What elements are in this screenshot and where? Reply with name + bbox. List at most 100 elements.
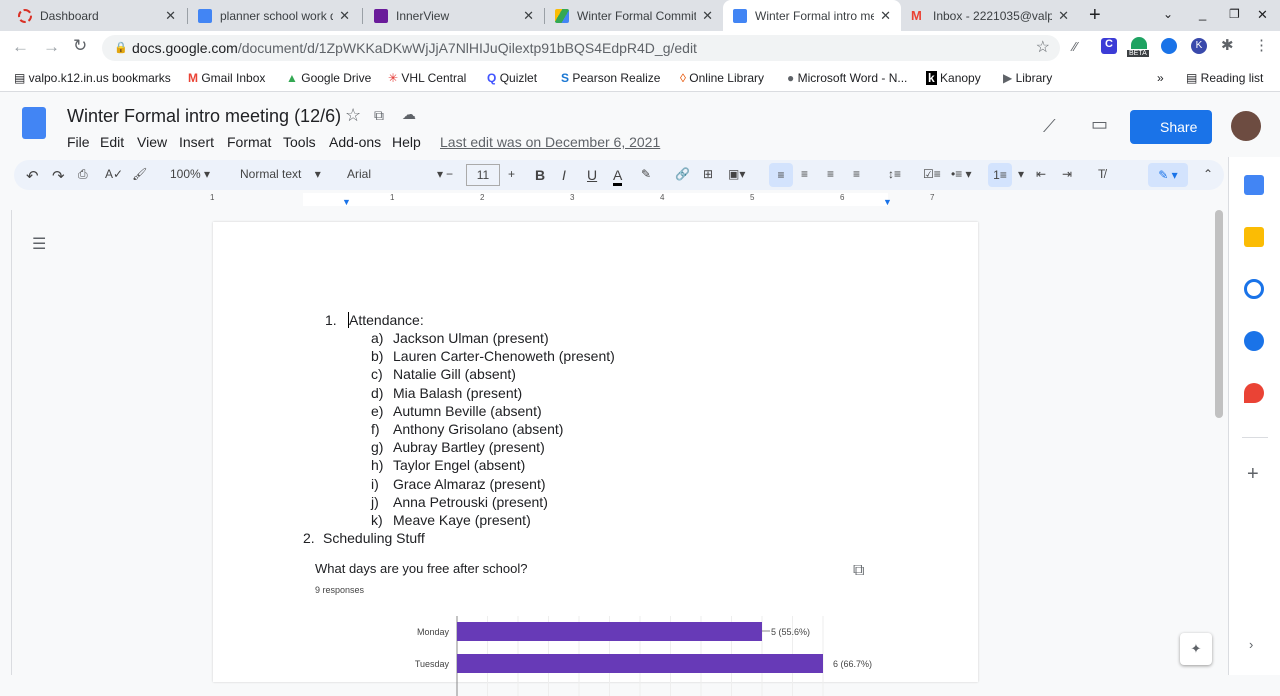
bookmark-quizlet[interactable]: Q Quizlet [487, 71, 537, 85]
underline-icon[interactable]: U [587, 167, 597, 183]
maps-icon[interactable] [1244, 383, 1264, 403]
align-center-icon[interactable]: ≡ [801, 167, 808, 181]
extension-beta-icon[interactable] [1131, 37, 1147, 49]
forward-button[interactable]: → [43, 37, 60, 57]
tab-search-icon[interactable]: ⌄ [1163, 7, 1173, 21]
increase-indent-icon[interactable]: ⇥ [1062, 167, 1072, 181]
tab-winter-formal-committee[interactable]: Winter Formal Commit ✕ [545, 0, 723, 31]
menu-insert[interactable]: Insert [179, 134, 214, 150]
bookmark-drive[interactable]: ▲ Google Drive [286, 71, 371, 85]
keep-icon[interactable] [1244, 227, 1264, 247]
add-comment-icon[interactable]: ⊞ [703, 167, 713, 181]
close-tab-icon[interactable]: ✕ [165, 8, 176, 24]
insert-image-icon[interactable]: ▣▾ [728, 167, 745, 181]
contacts-icon[interactable] [1244, 331, 1264, 351]
document-page[interactable]: 1. Attendance: a) Jackson Ulman (present)… [213, 222, 978, 696]
menu-file[interactable]: File [67, 134, 90, 150]
numbered-list-icon[interactable]: 1≡ [988, 163, 1012, 187]
redo-icon[interactable]: ↷ [52, 167, 65, 185]
highlight-icon[interactable]: ✎ [641, 167, 651, 181]
close-tab-icon[interactable]: ✕ [1058, 8, 1069, 24]
link-icon[interactable]: 🔗 [675, 167, 690, 181]
spellcheck-icon[interactable]: A✓ [105, 167, 123, 181]
bulleted-list-icon[interactable]: •≡ ▾ [951, 167, 972, 181]
close-tab-icon[interactable]: ✕ [880, 8, 891, 24]
text-color-icon[interactable]: A [613, 167, 623, 186]
menu-view[interactable]: View [137, 134, 167, 150]
numbered-list-dropdown[interactable]: ▾ [1018, 167, 1024, 181]
font-size-input[interactable]: 11 [466, 164, 500, 186]
left-indent-marker[interactable]: ▼ [342, 197, 351, 207]
zoom-select[interactable]: 100% ▾ [170, 167, 210, 181]
scrollbar[interactable] [1215, 210, 1223, 418]
bookmark-library[interactable]: ▶ Library [1003, 71, 1052, 85]
paint-format-icon[interactable]: 🖌 [132, 167, 147, 181]
bookmark-valpo[interactable]: ▤ valpo.k12.in.us bookmarks [14, 71, 171, 85]
last-edit-link[interactable]: Last edit was on December 6, 2021 [440, 134, 660, 150]
extensions-puzzle-icon[interactable]: ✱ [1221, 36, 1234, 54]
increase-font-size-button[interactable]: + [508, 167, 515, 181]
bookmark-star-icon[interactable]: ☆ [1036, 35, 1050, 61]
extension-k-icon[interactable]: K [1191, 38, 1207, 54]
explore-button[interactable]: ✦ [1180, 633, 1212, 665]
tasks-icon[interactable] [1244, 279, 1264, 299]
align-left-icon[interactable]: ≡ [769, 163, 793, 187]
print-icon[interactable]: ⎙ [78, 167, 88, 182]
line-spacing-icon[interactable]: ↕≡ [888, 167, 901, 181]
extension-icon[interactable]: ⁄⁄ [1073, 39, 1077, 54]
right-indent-marker[interactable]: ▼ [883, 197, 892, 207]
hide-menus-icon[interactable]: ⌃ [1203, 167, 1213, 181]
cloud-status-icon[interactable]: ☁ [402, 106, 416, 123]
new-tab-button[interactable]: + [1089, 4, 1101, 27]
tab-innerview[interactable]: InnerView ✕ [364, 0, 544, 31]
reload-button[interactable]: ↻ [73, 36, 87, 56]
tab-winter-formal-intro[interactable]: Winter Formal intro me ✕ [723, 0, 901, 31]
get-addons-button[interactable]: + [1247, 463, 1259, 486]
decrease-indent-icon[interactable]: ⇤ [1036, 167, 1046, 181]
bookmark-gmail[interactable]: M Gmail Inbox [188, 71, 265, 85]
italic-icon[interactable]: I [562, 167, 566, 183]
style-select[interactable]: Normal text ▾ [240, 167, 321, 181]
close-tab-icon[interactable]: ✕ [339, 8, 350, 24]
menu-tools[interactable]: Tools [283, 134, 316, 150]
vertical-ruler[interactable] [0, 210, 12, 675]
more-bookmarks-button[interactable]: » [1157, 71, 1164, 85]
bookmark-kanopy[interactable]: k Kanopy [926, 71, 981, 85]
clear-formatting-icon[interactable]: T̸ [1098, 167, 1105, 181]
document-outline-icon[interactable]: ☰ [32, 234, 46, 254]
checklist-icon[interactable]: ☑≡ [923, 167, 941, 181]
justify-icon[interactable]: ≡ [853, 167, 860, 181]
tab-planner[interactable]: planner school work do ✕ [188, 0, 360, 31]
bookmark-online-library[interactable]: ◊ Online Library [680, 71, 764, 85]
ruler[interactable]: 1 1 2 3 4 5 6 7 ▼ ▼ [0, 193, 1228, 207]
extension-shield-icon[interactable] [1161, 38, 1177, 54]
menu-help[interactable]: Help [392, 134, 421, 150]
menu-format[interactable]: Format [227, 134, 271, 150]
menu-dots-icon[interactable]: ⋮ [1254, 36, 1269, 54]
calendar-icon[interactable] [1244, 175, 1264, 195]
close-tab-icon[interactable]: ✕ [702, 8, 713, 24]
bookmark-microsoft-word[interactable]: ● Microsoft Word - N... [787, 71, 907, 85]
star-icon[interactable]: ☆ [345, 105, 361, 126]
comments-icon[interactable]: ▭ [1091, 114, 1108, 135]
back-button[interactable]: ← [12, 37, 29, 57]
docs-logo-icon[interactable] [22, 107, 46, 139]
decrease-font-size-button[interactable]: − [446, 167, 453, 181]
undo-icon[interactable]: ↶ [26, 167, 39, 185]
restore-button[interactable]: ❐ [1229, 7, 1240, 21]
show-side-panel-button[interactable]: › [1249, 637, 1253, 652]
tab-dashboard[interactable]: Dashboard ✕ [8, 0, 186, 31]
close-window-button[interactable]: ✕ [1257, 7, 1268, 23]
bookmark-vhl[interactable]: ✳ VHL Central [388, 71, 466, 85]
bookmark-pearson[interactable]: S Pearson Realize [561, 71, 660, 85]
menu-addons[interactable]: Add-ons [329, 134, 381, 150]
bold-icon[interactable]: B [535, 167, 545, 183]
extension-c-icon[interactable]: C [1101, 38, 1117, 54]
embedded-chart[interactable]: What days are you free after school? 9 r… [313, 556, 878, 696]
share-button[interactable]: Share [1130, 110, 1212, 144]
avatar[interactable] [1231, 111, 1261, 141]
tab-inbox[interactable]: M Inbox - 2221035@valpo ✕ [901, 0, 1079, 31]
close-tab-icon[interactable]: ✕ [523, 8, 534, 24]
font-select[interactable]: Arial ▾ [347, 167, 443, 181]
align-right-icon[interactable]: ≡ [827, 167, 834, 181]
